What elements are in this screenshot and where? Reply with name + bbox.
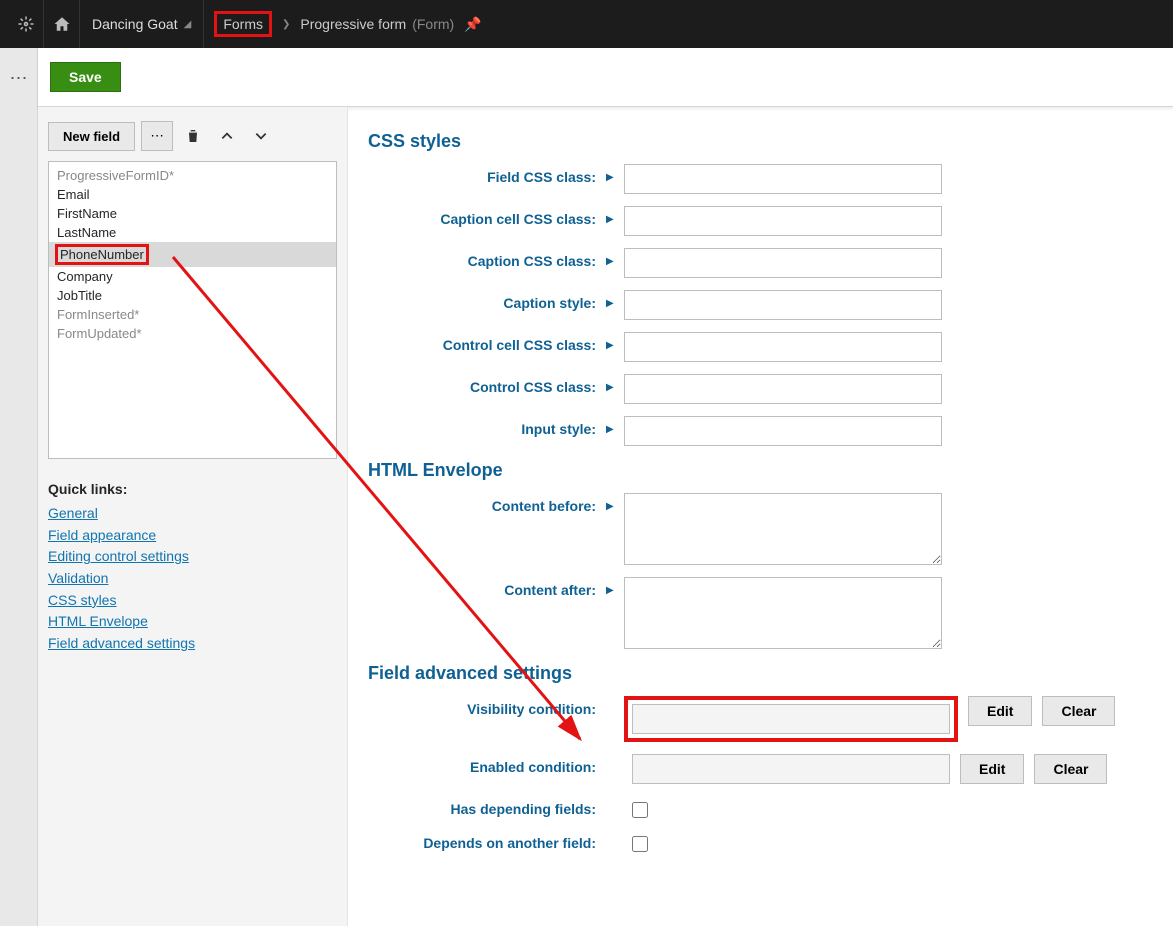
list-item-selected[interactable]: PhoneNumber xyxy=(49,242,336,267)
quick-link-css[interactable]: CSS styles xyxy=(48,590,337,612)
list-item[interactable]: Company xyxy=(49,267,336,286)
section-css-title: CSS styles xyxy=(368,131,1153,152)
save-bar: Save xyxy=(38,48,1173,107)
chevron-right-icon: ❯ xyxy=(282,19,290,30)
enabled-edit-button[interactable]: Edit xyxy=(960,754,1024,784)
page-type-label: (Form) xyxy=(412,16,454,32)
list-item[interactable]: ProgressiveFormID* xyxy=(49,166,336,185)
field-list[interactable]: ProgressiveFormID* Email FirstName LastN… xyxy=(48,161,337,459)
move-down-icon[interactable] xyxy=(247,121,275,151)
form-editor: CSS styles Field CSS class:▶ Caption cel… xyxy=(348,107,1173,926)
expand-icon[interactable]: ▶ xyxy=(606,493,616,512)
has-depending-checkbox[interactable] xyxy=(632,802,648,818)
label-caption-style: Caption style: xyxy=(368,290,606,311)
topbar: Dancing Goat ◢ Forms ❯ Progressive form … xyxy=(0,0,1173,48)
visibility-edit-button[interactable]: Edit xyxy=(968,696,1032,726)
enabled-clear-button[interactable]: Clear xyxy=(1034,754,1107,784)
list-item[interactable]: FirstName xyxy=(49,204,336,223)
input-style-input[interactable] xyxy=(624,416,942,446)
quick-link-general[interactable]: General xyxy=(48,503,337,525)
label-visibility: Visibility condition: xyxy=(368,696,606,717)
expand-icon[interactable]: ▶ xyxy=(606,332,616,351)
breadcrumb-site[interactable]: Dancing Goat ◢ xyxy=(80,0,204,48)
quick-link-editing[interactable]: Editing control settings xyxy=(48,546,337,568)
list-item[interactable]: FormInserted* xyxy=(49,305,336,324)
more-icon[interactable]: ⋯ xyxy=(10,68,28,926)
quick-link-validation[interactable]: Validation xyxy=(48,568,337,590)
delete-icon[interactable] xyxy=(179,121,207,151)
list-item[interactable]: FormUpdated* xyxy=(49,324,336,343)
expand-icon[interactable]: ▶ xyxy=(606,577,616,596)
label-enabled: Enabled condition: xyxy=(368,754,606,775)
quick-link-html[interactable]: HTML Envelope xyxy=(48,611,337,633)
content-after-textarea[interactable] xyxy=(624,577,942,649)
visibility-clear-button[interactable]: Clear xyxy=(1042,696,1115,726)
control-cell-input[interactable] xyxy=(624,332,942,362)
depends-on-checkbox[interactable] xyxy=(632,836,648,852)
label-caption-css: Caption CSS class: xyxy=(368,248,606,269)
new-field-button[interactable]: New field xyxy=(48,122,135,151)
pin-icon[interactable]: 📌 xyxy=(464,16,481,33)
phone-label: PhoneNumber xyxy=(55,244,149,265)
control-css-input[interactable] xyxy=(624,374,942,404)
field-css-input[interactable] xyxy=(624,164,942,194)
sidebar: New field ⋯ ProgressiveFormID* Email xyxy=(38,107,348,926)
breadcrumb-page: Progressive form (Form) 📌 xyxy=(290,0,491,48)
label-control-cell: Control cell CSS class: xyxy=(368,332,606,353)
label-caption-cell: Caption cell CSS class: xyxy=(368,206,606,227)
section-html-title: HTML Envelope xyxy=(368,460,1153,481)
breadcrumb-forms[interactable]: Forms xyxy=(204,0,282,48)
caption-cell-input[interactable] xyxy=(624,206,942,236)
label-depends-on: Depends on another field: xyxy=(368,830,606,851)
expand-icon[interactable]: ▶ xyxy=(606,164,616,183)
forms-label: Forms xyxy=(214,11,272,37)
visibility-highlight xyxy=(624,696,958,742)
label-input-style: Input style: xyxy=(368,416,606,437)
expand-icon[interactable]: ▶ xyxy=(606,290,616,309)
move-up-icon[interactable] xyxy=(213,121,241,151)
enabled-input[interactable] xyxy=(632,754,950,784)
label-content-before: Content before: xyxy=(368,493,606,514)
caption-style-input[interactable] xyxy=(624,290,942,320)
app-menu-icon[interactable] xyxy=(8,0,44,48)
page-name-label: Progressive form xyxy=(300,16,406,32)
expand-icon[interactable]: ▶ xyxy=(606,248,616,267)
section-advanced-title: Field advanced settings xyxy=(368,663,1153,684)
list-item[interactable]: LastName xyxy=(49,223,336,242)
home-icon[interactable] xyxy=(44,0,80,48)
quick-link-appearance[interactable]: Field appearance xyxy=(48,525,337,547)
expand-icon[interactable]: ▶ xyxy=(606,416,616,435)
left-gutter: ⋯ xyxy=(0,48,38,926)
caption-css-input[interactable] xyxy=(624,248,942,278)
label-control-css: Control CSS class: xyxy=(368,374,606,395)
label-content-after: Content after: xyxy=(368,577,606,598)
visibility-input[interactable] xyxy=(632,704,950,734)
chevron-icon: ◢ xyxy=(184,19,192,30)
list-item[interactable]: JobTitle xyxy=(49,286,336,305)
more-options-button[interactable]: ⋯ xyxy=(141,121,173,151)
content-before-textarea[interactable] xyxy=(624,493,942,565)
sidebar-toolbar: New field ⋯ xyxy=(48,121,337,151)
save-button[interactable]: Save xyxy=(50,62,121,92)
list-item[interactable]: Email xyxy=(49,185,336,204)
label-has-depending: Has depending fields: xyxy=(368,796,606,817)
expand-icon[interactable]: ▶ xyxy=(606,206,616,225)
quick-links-title: Quick links: xyxy=(48,481,337,497)
expand-icon[interactable]: ▶ xyxy=(606,374,616,393)
site-name-label: Dancing Goat xyxy=(92,16,178,32)
quick-links: Quick links: General Field appearance Ed… xyxy=(48,481,337,655)
quick-link-advanced[interactable]: Field advanced settings xyxy=(48,633,337,655)
label-field-css: Field CSS class: xyxy=(368,164,606,185)
